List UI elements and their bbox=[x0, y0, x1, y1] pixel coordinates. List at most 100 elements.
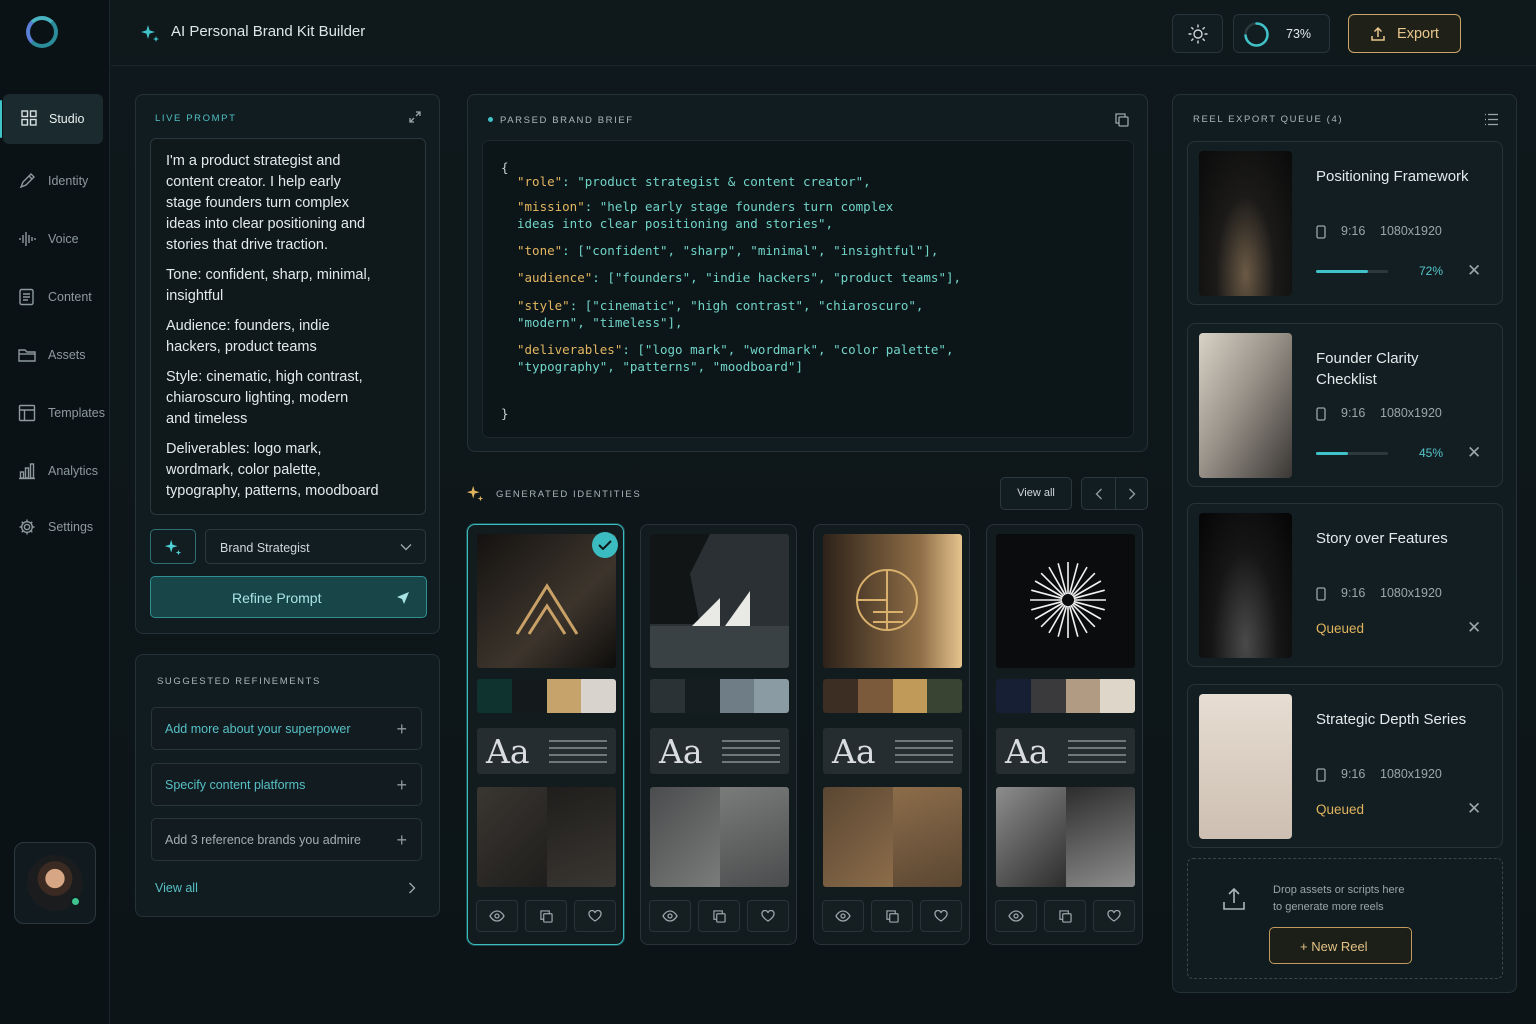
moodboard-preview bbox=[650, 787, 789, 887]
export-button[interactable]: Export bbox=[1348, 14, 1461, 53]
phone-icon bbox=[1316, 225, 1326, 239]
sidebar-item-analytics[interactable]: Analytics bbox=[0, 446, 110, 496]
copy-icon[interactable] bbox=[1115, 113, 1129, 127]
gear-icon bbox=[19, 519, 35, 535]
favorite-heart-icon bbox=[761, 910, 775, 922]
favorite-heart-button[interactable] bbox=[574, 900, 616, 932]
identity-card[interactable]: Aa bbox=[640, 524, 797, 945]
favorite-heart-button[interactable] bbox=[920, 900, 962, 932]
panel-caption: SUGGESTED REFINEMENTS bbox=[157, 676, 321, 687]
reel-title: Founder Clarity Checklist bbox=[1316, 350, 1419, 388]
sidebar-item-label: Content bbox=[48, 290, 92, 304]
remove-reel-button[interactable]: ✕ bbox=[1467, 443, 1481, 463]
remove-reel-button[interactable]: ✕ bbox=[1467, 618, 1481, 638]
list-icon[interactable] bbox=[1484, 113, 1499, 126]
logo-mark-preview bbox=[823, 534, 962, 668]
reel-queue-item[interactable]: Founder Clarity Checklist 9:16 1080x1920 45… bbox=[1187, 323, 1503, 487]
panel-caption: PARSED BRAND BRIEF bbox=[500, 115, 634, 126]
reel-queue-item[interactable]: Strategic Depth Series 9:16 1080x1920 Queue… bbox=[1187, 684, 1503, 848]
view-all-link[interactable]: View all bbox=[155, 881, 198, 895]
online-status-dot bbox=[70, 896, 81, 907]
remove-reel-button[interactable]: ✕ bbox=[1467, 261, 1481, 281]
type-sample: Aa bbox=[832, 732, 876, 771]
duplicate-icon bbox=[712, 909, 726, 923]
preview-eye-button[interactable] bbox=[476, 900, 518, 932]
typography-preview: Aa bbox=[477, 728, 616, 774]
json-value: : "product strategist & content creator"… bbox=[562, 174, 871, 189]
mood-tile bbox=[1065, 787, 1135, 887]
sidebar-item-label: Assets bbox=[48, 348, 86, 362]
moodboard-preview bbox=[477, 787, 616, 887]
prompt-line: Audience: founders, indie bbox=[166, 318, 330, 334]
sidebar-item-identity[interactable]: Identity bbox=[0, 156, 110, 206]
chevron-right-icon[interactable] bbox=[408, 882, 416, 894]
json-line: "style": ["cinematic", "high contrast", … bbox=[517, 297, 923, 314]
suggestion-item[interactable]: Add 3 reference brands you admire + bbox=[151, 818, 422, 861]
reel-queue-item[interactable]: Positioning Framework 9:16 1080x1920 72% ✕ bbox=[1187, 141, 1503, 305]
ai-assist-button[interactable] bbox=[150, 529, 196, 564]
suggestion-item[interactable]: Add more about your superpower + bbox=[151, 707, 422, 750]
identity-card[interactable]: Aa bbox=[986, 524, 1143, 945]
palette-swatch bbox=[857, 679, 893, 713]
prompt-textarea[interactable]: I'm a product strategist and content crea… bbox=[150, 138, 426, 515]
favorite-heart-button[interactable] bbox=[747, 900, 789, 932]
completion-progress: 73% bbox=[1233, 14, 1330, 53]
identity-card[interactable]: Aa bbox=[813, 524, 970, 945]
favorite-heart-button[interactable] bbox=[1093, 900, 1135, 932]
palette-swatch bbox=[823, 679, 858, 713]
remove-reel-button[interactable]: ✕ bbox=[1467, 799, 1481, 819]
preview-eye-button[interactable] bbox=[822, 900, 864, 932]
suggested-refinements-panel: SUGGESTED REFINEMENTS Add more about you… bbox=[135, 654, 440, 917]
palette-swatch bbox=[927, 679, 962, 713]
preview-eye-button[interactable] bbox=[649, 900, 691, 932]
persona-select[interactable]: Brand Strategist bbox=[205, 529, 426, 564]
preview-eye-button[interactable] bbox=[995, 900, 1037, 932]
sidebar-item-templates[interactable]: Templates bbox=[0, 388, 110, 438]
refine-prompt-button[interactable]: Refine Prompt bbox=[150, 576, 427, 618]
export-label: Export bbox=[1397, 25, 1439, 42]
sidebar-item-voice[interactable]: Voice bbox=[0, 214, 110, 264]
progress-ring-icon bbox=[1244, 22, 1269, 47]
drop-zone[interactable]: Drop assets or scripts here to generate … bbox=[1187, 858, 1503, 979]
theme-toggle-button[interactable] bbox=[1172, 14, 1223, 53]
identity-card[interactable]: Aa bbox=[467, 524, 624, 945]
logo-icon bbox=[26, 16, 58, 48]
sidebar-item-content[interactable]: Content bbox=[0, 272, 110, 322]
palette-swatch bbox=[1030, 679, 1066, 713]
reel-export-queue-panel: REEL EXPORT QUEUE (4) Positioning Framew… bbox=[1172, 94, 1517, 993]
suggestion-label: Specify content platforms bbox=[165, 778, 306, 792]
sidebar-item-assets[interactable]: Assets bbox=[0, 330, 110, 380]
reel-thumbnail bbox=[1199, 513, 1292, 658]
chevron-right-icon[interactable] bbox=[1128, 488, 1136, 500]
section-caption: GENERATED IDENTITIES bbox=[496, 489, 642, 500]
mood-tile bbox=[650, 787, 720, 887]
sidebar-item-studio[interactable]: Studio bbox=[0, 94, 103, 144]
grid-icon bbox=[21, 110, 37, 126]
duplicate-button[interactable] bbox=[1044, 900, 1086, 932]
view-all-identities-button[interactable]: View all bbox=[1000, 477, 1072, 510]
upload-icon bbox=[1371, 26, 1385, 41]
chevron-left-icon[interactable] bbox=[1095, 488, 1103, 500]
duplicate-button[interactable] bbox=[871, 900, 913, 932]
reel-ratio: 9:16 bbox=[1341, 767, 1366, 781]
new-reel-button[interactable]: + New Reel bbox=[1269, 927, 1412, 964]
reel-resolution: 1080x1920 bbox=[1380, 767, 1442, 781]
mood-tile bbox=[719, 787, 789, 887]
expand-icon[interactable] bbox=[408, 110, 422, 124]
typography-preview: Aa bbox=[823, 728, 962, 774]
user-profile[interactable] bbox=[14, 842, 96, 924]
typography-preview: Aa bbox=[650, 728, 789, 774]
plus-icon: + bbox=[396, 719, 407, 739]
send-icon bbox=[397, 592, 409, 604]
duplicate-button[interactable] bbox=[698, 900, 740, 932]
reel-queue-item[interactable]: Story over Features 9:16 1080x1920 Queued ✕ bbox=[1187, 503, 1503, 667]
json-brace-open: { bbox=[501, 160, 509, 175]
duplicate-button[interactable] bbox=[525, 900, 567, 932]
json-value: "typography", "patterns", "moodboard"] bbox=[517, 359, 803, 374]
json-value: : ["founders", "indie hackers", "product… bbox=[592, 270, 962, 285]
sidebar-item-settings[interactable]: Settings bbox=[0, 502, 110, 552]
moodboard-preview bbox=[823, 787, 962, 887]
sparkle-icon bbox=[164, 539, 182, 556]
preview-eye-icon bbox=[662, 910, 678, 922]
suggestion-item[interactable]: Specify content platforms + bbox=[151, 763, 422, 806]
